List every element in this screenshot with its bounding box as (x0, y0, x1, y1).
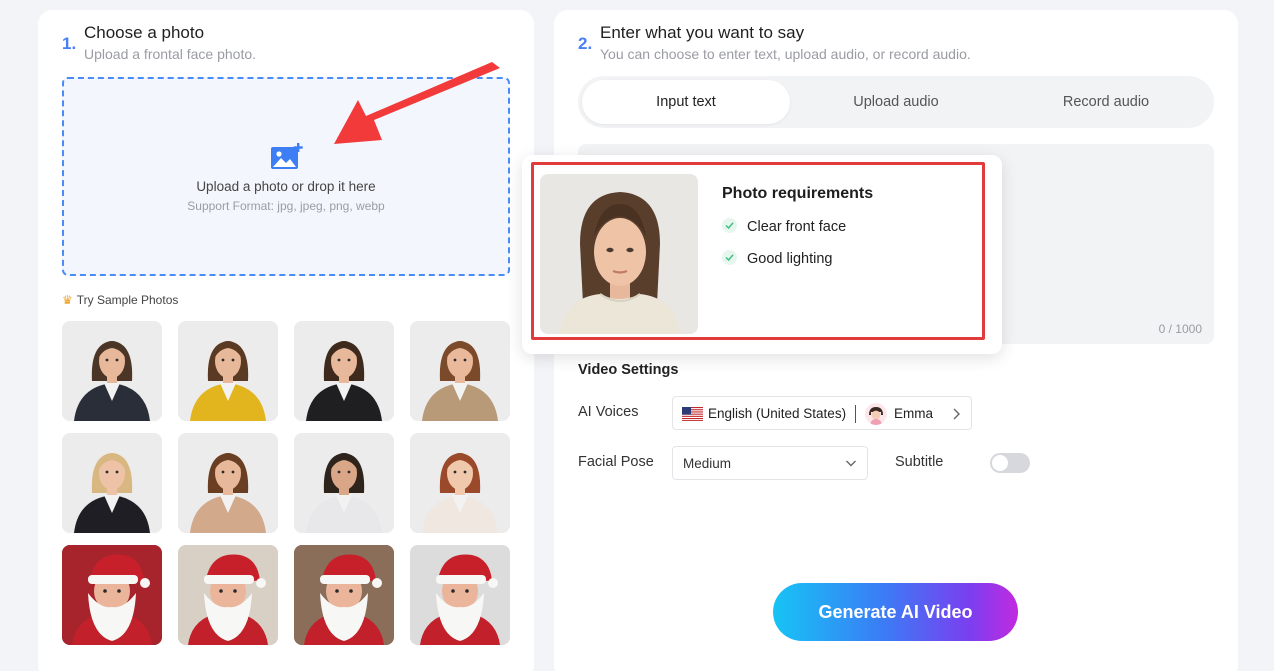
chevron-right-icon (953, 408, 960, 420)
requirement-item: Clear front face (722, 218, 846, 235)
speech-input-subtitle: You can choose to enter text, upload aud… (600, 46, 971, 62)
step-number-2: 2. (578, 34, 593, 53)
sample-photo-man-in-suit[interactable] (62, 321, 162, 421)
generate-video-button[interactable]: Generate AI Video (773, 583, 1018, 641)
chevron-down-icon (846, 460, 856, 467)
image-upload-icon (271, 143, 303, 169)
voice-language: English (United States) (708, 406, 847, 421)
facial-pose-select[interactable]: Medium (672, 446, 868, 480)
video-settings-title: Video Settings (578, 362, 679, 378)
subtitle-label: Subtitle (895, 454, 944, 470)
dropzone-format-text: Support Format: jpg, jpeg, png, webp (187, 199, 385, 213)
red-arrow-icon (334, 62, 500, 144)
sample-photo-santa-1[interactable] (62, 545, 162, 645)
speech-input-title: Enter what you want to say (600, 23, 805, 42)
ai-voices-label: AI Voices (578, 404, 639, 420)
sample-photo-man-white-suit[interactable] (294, 433, 394, 533)
requirement-item: Good lighting (722, 250, 832, 267)
check-icon (722, 218, 737, 233)
sample-photo-woman-red-hair[interactable] (410, 433, 510, 533)
voice-avatar-icon (865, 403, 887, 425)
facial-pose-label: Facial Pose (578, 454, 654, 470)
popup-title: Photo requirements (722, 185, 874, 202)
character-counter: 0 / 1000 (1158, 322, 1202, 336)
choose-photo-title: Choose a photo (84, 23, 205, 42)
dropzone-main-text: Upload a photo or drop it here (196, 179, 376, 194)
sample-photos-label: ♛ Try Sample Photos (62, 293, 179, 307)
crown-icon: ♛ (62, 293, 73, 307)
voice-divider (855, 405, 856, 423)
sample-photo-woman-glasses-vest[interactable] (62, 433, 162, 533)
sample-photo-woman-yellow-blazer[interactable] (178, 321, 278, 421)
check-icon (722, 250, 737, 265)
sample-photo-woman-beige-blazer[interactable] (410, 321, 510, 421)
sample-photo-santa-4[interactable] (410, 545, 510, 645)
sample-photo-woman-glasses-beige[interactable] (178, 433, 278, 533)
tab-record-audio[interactable]: Record audio (1002, 80, 1210, 124)
photo-requirements-popup: Photo requirements Clear front face Good… (522, 155, 1002, 354)
input-mode-tabs: Input text Upload audio Record audio (578, 76, 1214, 128)
sample-photo-woman-black-blazer[interactable] (294, 321, 394, 421)
sample-photo-santa-3[interactable] (294, 545, 394, 645)
step-number-1: 1. (62, 34, 77, 53)
tab-upload-audio[interactable]: Upload audio (792, 80, 1000, 124)
sample-photo-santa-2[interactable] (178, 545, 278, 645)
facial-pose-value: Medium (683, 456, 732, 471)
tab-input-text[interactable]: Input text (582, 80, 790, 124)
subtitle-toggle[interactable] (990, 453, 1030, 473)
choose-photo-subtitle: Upload a frontal face photo. (84, 46, 257, 62)
voice-selector[interactable]: English (United States) Emma (672, 396, 972, 430)
us-flag-icon (682, 407, 703, 421)
voice-name: Emma (894, 406, 934, 421)
